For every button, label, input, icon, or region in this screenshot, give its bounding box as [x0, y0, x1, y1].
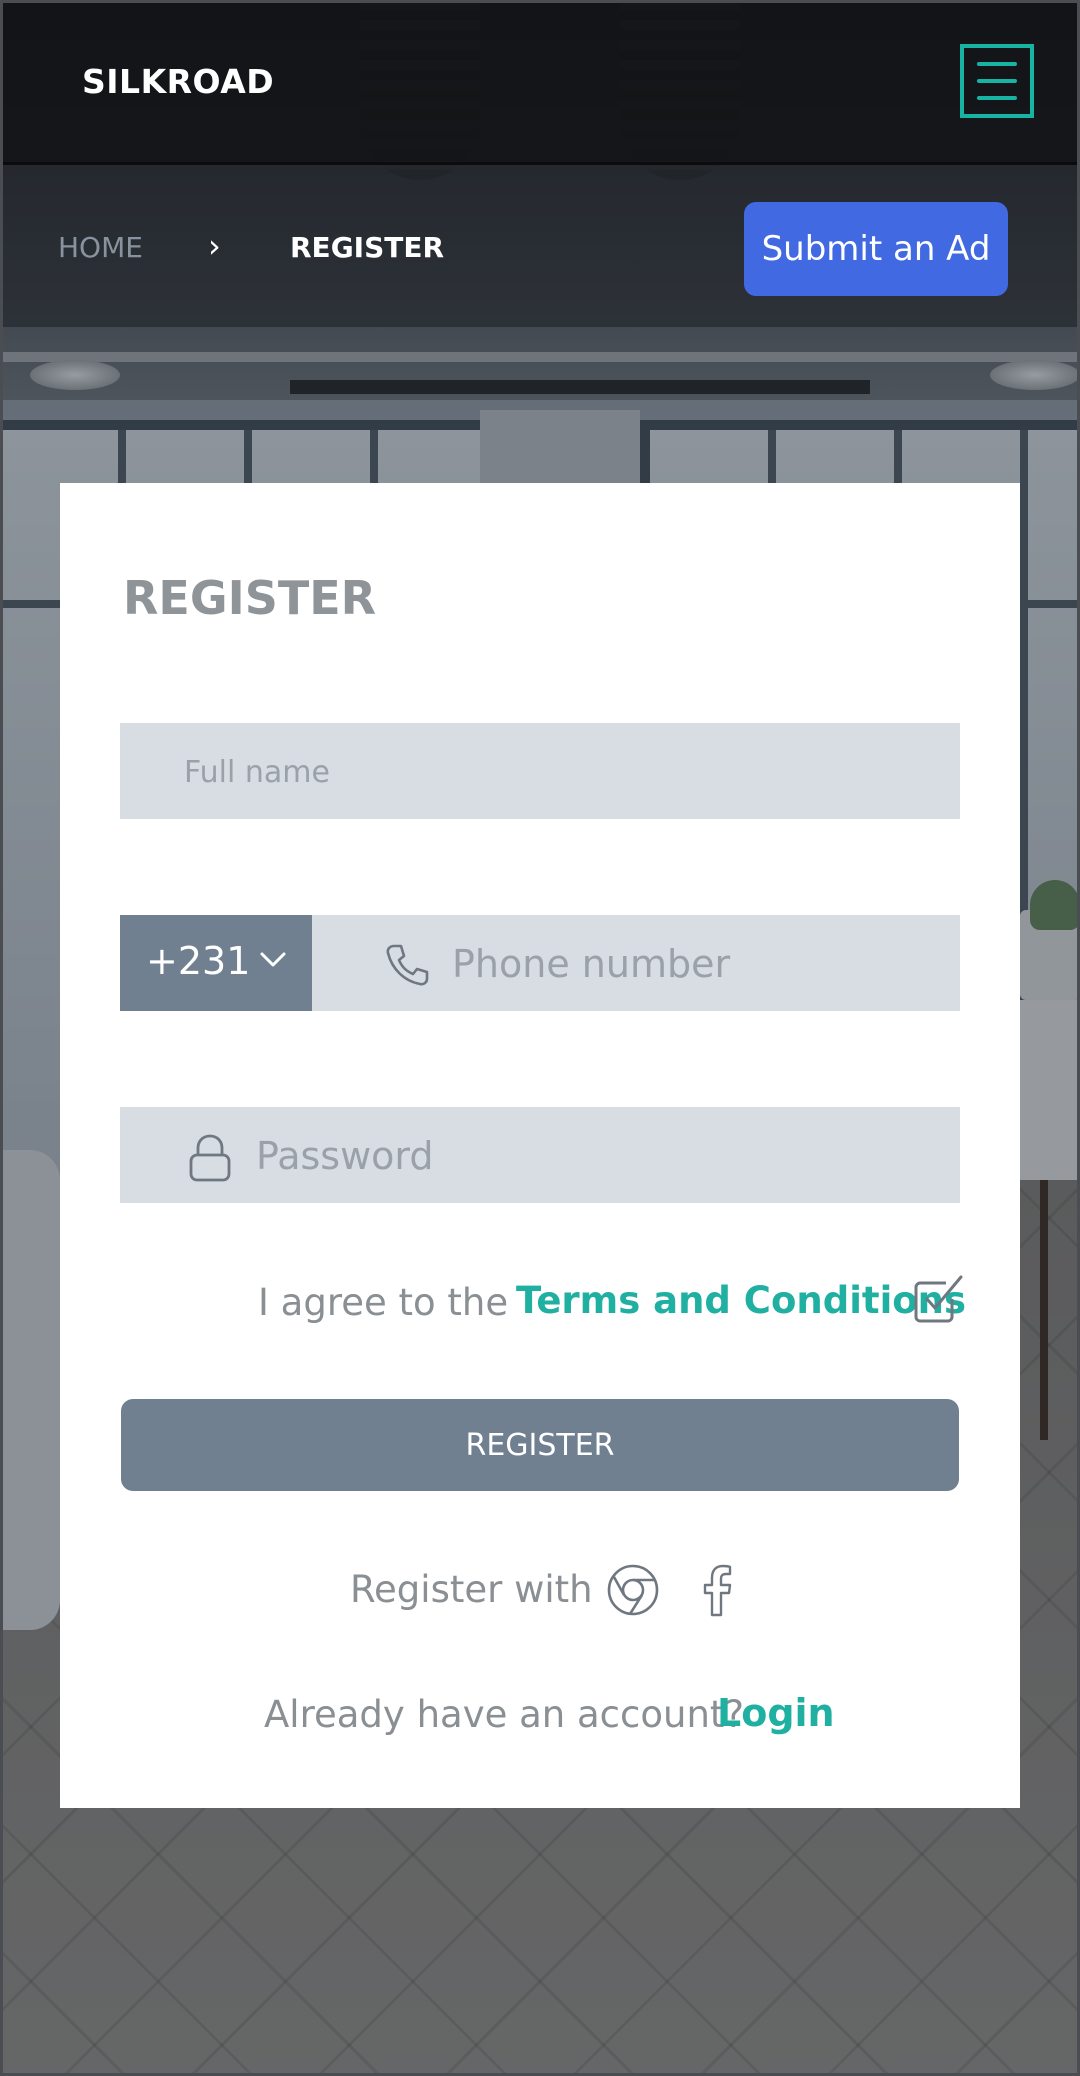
terms-checkbox-icon[interactable]	[912, 1273, 964, 1329]
phone-field: +231	[120, 915, 960, 1013]
top-navbar: SILKROAD	[0, 0, 1080, 165]
password-field	[120, 1107, 960, 1205]
password-input[interactable]	[254, 1107, 948, 1205]
breadcrumb-separator: ›	[208, 227, 221, 265]
register-button[interactable]: REGISTER	[121, 1399, 959, 1491]
phone-icon	[382, 941, 430, 993]
login-link[interactable]: Login	[717, 1691, 835, 1735]
country-code-select[interactable]: +231	[120, 915, 312, 1011]
have-account-prompt: Already have an account?	[264, 1693, 745, 1736]
country-code-value: +231	[146, 939, 251, 983]
facebook-icon[interactable]	[697, 1563, 737, 1623]
agree-label: I agree to the	[258, 1281, 509, 1324]
breadcrumb: HOME › REGISTER Submit an Ad	[0, 165, 1080, 327]
google-chrome-icon[interactable]	[606, 1563, 660, 1621]
breadcrumb-current: REGISTER	[290, 231, 445, 264]
brand-logo[interactable]: SILKROAD	[82, 62, 274, 101]
register-with-label: Register with	[350, 1568, 593, 1611]
terms-agreement: I agree to the Terms and Conditions	[60, 1273, 1020, 1333]
full-name-field	[120, 723, 960, 821]
full-name-input[interactable]	[182, 723, 946, 821]
terms-link[interactable]: Terms and Conditions	[516, 1279, 966, 1322]
breadcrumb-home-link[interactable]: HOME	[58, 231, 143, 264]
page-title: REGISTER	[123, 571, 377, 625]
chevron-down-icon	[258, 945, 288, 979]
menu-button[interactable]	[960, 44, 1034, 118]
phone-number-input[interactable]	[450, 915, 944, 1013]
lock-icon	[186, 1133, 234, 1187]
register-card: REGISTER +231 I agree to the Terms and C…	[60, 483, 1020, 1808]
submit-ad-button[interactable]: Submit an Ad	[744, 202, 1008, 296]
